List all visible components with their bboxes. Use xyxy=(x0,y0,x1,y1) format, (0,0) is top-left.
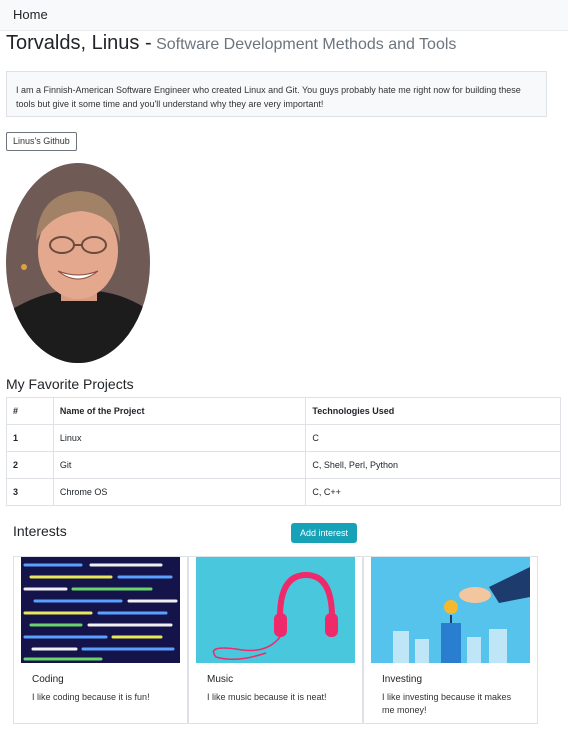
table-cell: C, C++ xyxy=(305,478,561,506)
table-cell: Linux xyxy=(52,424,307,452)
page-title-subtitle: Software Development Methods and Tools xyxy=(156,36,457,53)
card-text: I like music because it is neat! xyxy=(207,692,327,702)
table-cell: 1 xyxy=(6,424,54,452)
table-cell: Git xyxy=(52,451,307,479)
table-cell: 3 xyxy=(6,478,54,506)
table-row: 1 Linux C xyxy=(6,424,561,452)
nav-home-link[interactable]: Home xyxy=(13,7,48,22)
column-header: # xyxy=(6,397,54,425)
table-row: 3 Chrome OS C, C++ xyxy=(6,478,561,506)
column-header: Name of the Project xyxy=(52,397,307,425)
projects-heading: My Favorite Projects xyxy=(6,376,134,392)
table-cell: Chrome OS xyxy=(52,478,307,506)
coding-image xyxy=(21,557,180,663)
table-row: 2 Git C, Shell, Perl, Python xyxy=(6,451,561,479)
interest-card-coding: Coding I like coding because it is fun! xyxy=(13,556,188,724)
github-button[interactable]: Linus's Github xyxy=(6,132,77,151)
column-header: Technologies Used xyxy=(305,397,561,425)
profile-photo xyxy=(6,163,150,363)
projects-table: # Name of the Project Technologies Used … xyxy=(6,397,561,506)
navbar: Home xyxy=(0,0,568,31)
interest-card-investing: Investing I like investing because it ma… xyxy=(363,556,538,724)
investing-image xyxy=(371,557,530,663)
interests-heading: Interests xyxy=(13,523,67,539)
card-text: I like investing because it makes me mon… xyxy=(382,692,512,715)
headphones-image xyxy=(196,557,355,663)
add-interest-button[interactable]: Add interest xyxy=(291,523,357,543)
table-header-row: # Name of the Project Technologies Used xyxy=(6,397,561,425)
table-cell: 2 xyxy=(6,451,54,479)
card-title: Music xyxy=(207,674,234,685)
bio-box: I am a Finnish-American Software Enginee… xyxy=(6,71,547,117)
page-title: Torvalds, Linus - Software Development M… xyxy=(6,32,456,55)
page-title-name: Torvalds, Linus - xyxy=(6,32,152,54)
interest-card-music: Music I like music because it is neat! xyxy=(188,556,363,724)
interest-cards: Coding I like coding because it is fun! … xyxy=(13,556,538,724)
card-title: Investing xyxy=(382,674,423,685)
table-cell: C, Shell, Perl, Python xyxy=(305,451,561,479)
card-title: Coding xyxy=(32,674,64,685)
card-text: I like coding because it is fun! xyxy=(32,692,150,702)
table-cell: C xyxy=(305,424,561,452)
